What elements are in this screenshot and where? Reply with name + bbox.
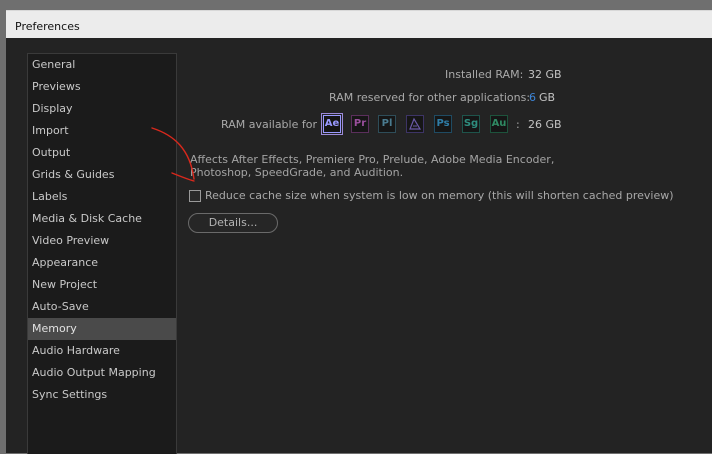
sidebar-item-memory[interactable]: Memory bbox=[28, 318, 176, 340]
speedgrade-icon-label: Sg bbox=[463, 118, 479, 129]
window-title: Preferences bbox=[15, 20, 80, 33]
after-effects-icon: Ae bbox=[321, 113, 343, 135]
red-arrow-annotation bbox=[151, 127, 195, 182]
sidebar-item-display[interactable]: Display bbox=[28, 98, 176, 120]
sidebar-item-new-project[interactable]: New Project bbox=[28, 274, 176, 296]
preferences-sidebar: General Previews Display Import Output G… bbox=[27, 53, 177, 454]
audition-icon-label: Au bbox=[491, 118, 507, 129]
photoshop-icon: Ps bbox=[434, 115, 452, 133]
title-bar: Preferences bbox=[6, 10, 712, 39]
prelude-icon: Pl bbox=[378, 115, 396, 133]
reserved-ram-label: RAM reserved for other applications: bbox=[329, 91, 531, 104]
sidebar-item-general[interactable]: General bbox=[28, 54, 176, 76]
affected-apps-description: Affects After Effects, Premiere Pro, Pre… bbox=[190, 153, 555, 179]
after-effects-icon-label: Ae bbox=[324, 118, 340, 129]
ram-available-colon: : bbox=[516, 118, 520, 131]
sidebar-item-video-preview[interactable]: Video Preview bbox=[28, 230, 176, 252]
reduce-cache-checkbox[interactable] bbox=[189, 190, 201, 202]
ram-available-label: RAM available for bbox=[221, 118, 317, 131]
sidebar-item-appearance[interactable]: Appearance bbox=[28, 252, 176, 274]
premiere-pro-icon: Pr bbox=[351, 115, 369, 133]
photoshop-icon-label: Ps bbox=[436, 118, 450, 129]
sidebar-item-previews[interactable]: Previews bbox=[28, 76, 176, 98]
prelude-icon-label: Pl bbox=[381, 118, 393, 129]
reduce-cache-label[interactable]: Reduce cache size when system is low on … bbox=[205, 189, 674, 202]
premiere-pro-icon-label: Pr bbox=[353, 118, 367, 129]
reserved-ram-unit: GB bbox=[539, 91, 556, 104]
ram-available-value: 26 GB bbox=[528, 118, 562, 131]
media-encoder-icon bbox=[406, 115, 424, 133]
sidebar-item-media-disk-cache[interactable]: Media & Disk Cache bbox=[28, 208, 176, 230]
audition-icon: Au bbox=[490, 115, 508, 133]
sidebar-item-auto-save[interactable]: Auto-Save bbox=[28, 296, 176, 318]
sidebar-item-audio-hardware[interactable]: Audio Hardware bbox=[28, 340, 176, 362]
speedgrade-icon: Sg bbox=[462, 115, 480, 133]
sidebar-item-audio-output-mapping[interactable]: Audio Output Mapping bbox=[28, 362, 176, 384]
sidebar-item-sync-settings[interactable]: Sync Settings bbox=[28, 384, 176, 406]
reserved-ram-value[interactable]: 6 bbox=[529, 91, 536, 104]
details-button[interactable]: Details... bbox=[188, 213, 278, 233]
installed-ram-label: Installed RAM: bbox=[445, 68, 524, 81]
preferences-window: General Previews Display Import Output G… bbox=[6, 38, 712, 454]
media-encoder-glyph bbox=[409, 117, 422, 130]
installed-ram-value: 32 GB bbox=[528, 68, 562, 81]
